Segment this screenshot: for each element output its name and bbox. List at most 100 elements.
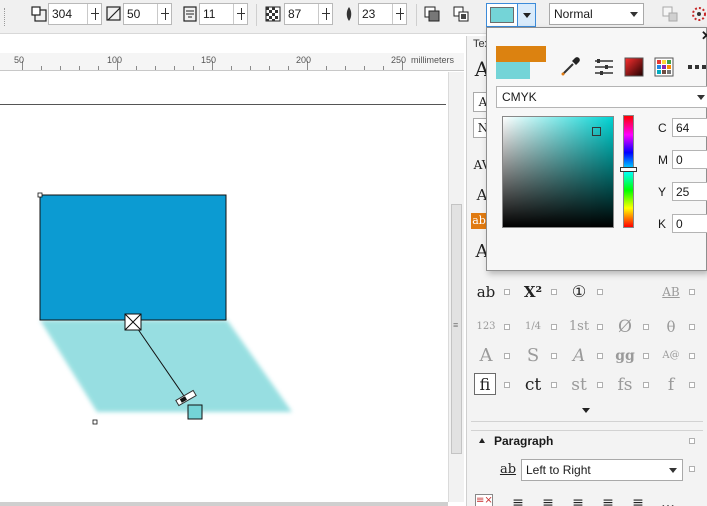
align-center-icon[interactable]: ≡ [537, 492, 559, 506]
ruler-label: 100 [107, 55, 123, 65]
shadow-offset-spinner[interactable]: 304 [48, 3, 102, 25]
vertical-scrollbar[interactable] [448, 72, 464, 502]
color-grid-icon[interactable] [653, 56, 675, 78]
chevron-down-icon[interactable] [517, 4, 535, 26]
glyph-fractions[interactable]: 1/4 [522, 316, 544, 338]
magenta-label: M [658, 153, 668, 167]
more-icon[interactable] [686, 56, 707, 78]
section-checkbox[interactable] [689, 438, 695, 444]
glyph-checkbox[interactable] [504, 353, 510, 359]
glyph-all-caps[interactable]: AB [660, 281, 682, 303]
collapse-icon[interactable] [479, 438, 485, 443]
merge-mode-dropdown[interactable]: Normal [549, 3, 644, 25]
glyph-checkbox[interactable] [689, 289, 695, 295]
spin-buttons[interactable] [318, 4, 332, 24]
hue-slider-handle[interactable] [620, 167, 637, 172]
glyph-circled-numbers[interactable]: ① [568, 281, 590, 303]
glyph-superscript[interactable]: X² [522, 281, 544, 303]
align-right-icon[interactable]: ≡ [567, 492, 589, 506]
justify-icon[interactable]: ≡ [597, 492, 619, 506]
color-picker-marker[interactable] [592, 127, 601, 136]
blue-rectangle [39, 194, 227, 321]
expand-glyphs-icon[interactable] [582, 408, 590, 413]
yellow-field[interactable]: 25 [672, 182, 707, 201]
highlight-icon[interactable]: ab [471, 213, 487, 229]
glyph-discretionary-ligatures[interactable]: ct [522, 374, 544, 396]
copy-shadow-icon[interactable] [423, 5, 441, 23]
glyph-historical-ligatures[interactable]: st [568, 374, 590, 396]
color-model-dropdown[interactable]: CMYK [496, 86, 707, 108]
shadow-color-dropdown[interactable] [486, 3, 536, 27]
glyph-checkbox[interactable] [689, 382, 695, 388]
shadow-transparency-spinner[interactable]: 87 [284, 3, 333, 25]
frozen-shadow-icon[interactable] [661, 5, 679, 23]
glyph-slashed-zero[interactable]: Ø [614, 316, 636, 338]
magenta-field[interactable]: 0 [672, 150, 707, 169]
glyph-titling[interactable]: S [522, 345, 544, 367]
glyph-checkbox[interactable] [551, 324, 557, 330]
color-palette-icon[interactable] [623, 56, 645, 78]
glyph-checkbox[interactable] [504, 382, 510, 388]
text-direction-dropdown[interactable]: Left to Right [521, 459, 683, 481]
spin-buttons[interactable] [233, 4, 247, 24]
glyph-stylistic-set[interactable]: gg [614, 345, 636, 367]
glyph-ornaments[interactable]: A@ [660, 345, 682, 367]
glyph-checkbox[interactable] [597, 353, 603, 359]
clear-shadow-icon[interactable] [452, 5, 470, 23]
glyph-lowercase[interactable]: ab [475, 281, 497, 303]
more-options-icon[interactable]: … [657, 492, 679, 506]
glyph-checkbox[interactable] [551, 382, 557, 388]
cyan-field[interactable]: 64 [672, 118, 707, 137]
glyph-checkbox[interactable] [643, 382, 649, 388]
black-field[interactable]: 0 [672, 214, 707, 233]
no-align-icon[interactable]: ≡× [475, 494, 493, 506]
glyph-contextual-alternate[interactable]: A [568, 345, 590, 367]
glyph-checkbox[interactable] [689, 353, 695, 359]
canvas-artwork[interactable] [0, 72, 448, 502]
section-checkbox[interactable] [689, 466, 695, 472]
previous-color-swatch[interactable] [496, 46, 530, 62]
shadow-stretch-value[interactable]: 50 [127, 7, 140, 21]
glyph-standard-ligatures[interactable]: fi [474, 373, 496, 395]
shadow-feather-value[interactable]: 23 [362, 7, 375, 21]
glyph-checkbox[interactable] [643, 353, 649, 359]
glyph-checkbox[interactable] [551, 289, 557, 295]
shadow-effect-icon[interactable] [690, 5, 707, 23]
glyph-checkbox[interactable] [504, 289, 510, 295]
glyph-checkbox[interactable] [551, 353, 557, 359]
sliders-icon[interactable] [593, 56, 615, 78]
horizontal-scrollbar[interactable] [0, 502, 448, 506]
eyedropper-icon[interactable] [559, 56, 581, 78]
force-justify-icon[interactable]: ≡ [627, 492, 649, 506]
paragraph-title: Paragraph [494, 434, 554, 448]
glyph-checkbox[interactable] [643, 324, 649, 330]
glyph-checkbox[interactable] [597, 289, 603, 295]
spin-buttons[interactable] [392, 4, 406, 24]
glyph-checkbox[interactable] [689, 324, 695, 330]
glyph-checkbox[interactable] [504, 324, 510, 330]
glyph-checkbox[interactable] [597, 382, 603, 388]
align-left-icon[interactable]: ≡ [507, 492, 529, 506]
chevron-down-icon [669, 468, 677, 473]
toolbar-grip[interactable] [4, 8, 12, 26]
glyph-ordinals[interactable]: 1st [568, 316, 590, 338]
glyph-lining-figures[interactable]: 123 [475, 316, 497, 338]
selection-handle [92, 419, 98, 425]
glyph-historical-forms[interactable]: fs [614, 374, 636, 396]
glyph-long-s[interactable]: f [660, 374, 682, 396]
scroll-thumb[interactable] [451, 204, 462, 454]
glyph-swash[interactable]: A [475, 345, 497, 367]
shadow-transparency-value[interactable]: 87 [288, 7, 301, 21]
shadow-feather-spinner[interactable]: 23 [358, 3, 407, 25]
shadow-offset-value[interactable]: 304 [52, 7, 72, 21]
shadow-stretch-spinner[interactable]: 50 [123, 3, 172, 25]
shadow-steps-value[interactable]: 11 [203, 7, 215, 21]
spin-buttons[interactable] [87, 4, 101, 24]
reference-color-swatch[interactable] [530, 46, 546, 62]
glyph-stylistic-alternate[interactable]: θ [660, 316, 682, 338]
close-icon[interactable]: ✕ [701, 28, 707, 44]
glyph-checkbox[interactable] [597, 324, 603, 330]
spin-buttons[interactable] [157, 4, 171, 24]
shadow-steps-spinner[interactable]: 11 [199, 3, 248, 25]
drawing-canvas[interactable] [0, 72, 448, 502]
